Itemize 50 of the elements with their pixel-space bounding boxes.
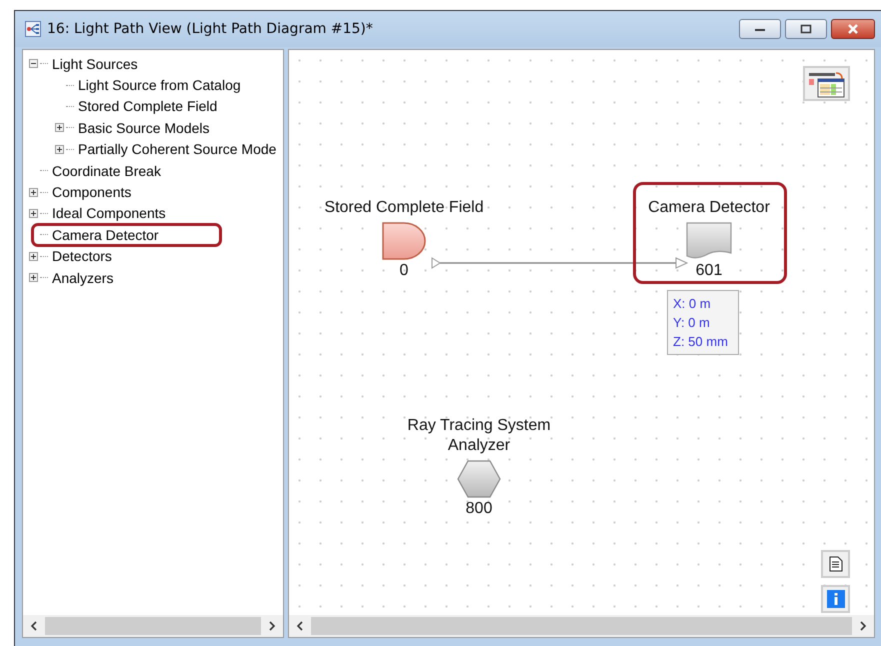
restore-icon xyxy=(800,24,812,34)
scrollbar-thumb[interactable] xyxy=(45,617,261,635)
document-button[interactable] xyxy=(821,550,850,578)
source-node-icon[interactable] xyxy=(382,222,426,260)
chevron-left-icon xyxy=(296,621,304,631)
tree-item[interactable]: Coordinate Break xyxy=(50,162,163,180)
node-label: Camera Detector xyxy=(647,198,771,218)
expander-icon[interactable] xyxy=(29,208,40,218)
tree-item[interactable]: Ideal Components xyxy=(50,204,168,222)
info-button[interactable] xyxy=(821,585,850,613)
tree-item[interactable]: Basic Source Models xyxy=(76,118,212,137)
close-icon xyxy=(846,23,860,35)
node-number: 0 xyxy=(400,262,408,280)
tree-item[interactable]: Analyzers xyxy=(50,268,116,287)
tree-item[interactable]: Camera Detector xyxy=(34,226,219,244)
chevron-left-icon xyxy=(30,621,38,631)
expander-icon[interactable] xyxy=(55,123,66,132)
node-number: 800 xyxy=(466,500,492,518)
tree-item[interactable]: Partially Coherent Source Mode xyxy=(76,140,278,158)
coordinate-text: Z: 50 mm xyxy=(673,333,729,351)
expander-icon[interactable] xyxy=(29,273,40,282)
tree-item[interactable]: Stored Complete Field xyxy=(76,97,220,116)
node-label: Ray Tracing System Analyzer xyxy=(406,416,552,456)
expander-icon[interactable] xyxy=(29,188,40,197)
coordinate-text: X: 0 m xyxy=(673,295,712,313)
diagram-icon xyxy=(25,21,41,37)
expander-icon[interactable] xyxy=(29,252,40,261)
chevron-right-icon xyxy=(268,621,276,631)
window-title: 16: Light Path View (Light Path Diagram #15)* xyxy=(47,21,374,37)
coordinate-text: Y: 0 m xyxy=(673,314,711,332)
tree-item[interactable]: Light Sources xyxy=(50,54,140,73)
document-icon xyxy=(828,556,842,572)
analyzer-node-icon[interactable] xyxy=(457,460,501,498)
node-label: Stored Complete Field xyxy=(323,198,485,218)
tree-item[interactable]: Components xyxy=(50,183,134,202)
table-view-button[interactable] xyxy=(803,66,850,101)
chevron-right-icon xyxy=(859,621,867,631)
info-icon xyxy=(826,590,844,608)
minimize-icon xyxy=(754,26,766,32)
minimize-button[interactable] xyxy=(739,19,781,39)
node-number: 601 xyxy=(696,262,722,280)
scrollbar-thumb[interactable] xyxy=(311,617,852,635)
detector-node-icon[interactable] xyxy=(686,222,732,260)
expander-icon[interactable] xyxy=(29,59,40,68)
table-icon xyxy=(808,70,846,98)
expander-icon[interactable] xyxy=(55,144,66,154)
restore-button[interactable] xyxy=(785,19,827,39)
close-button[interactable] xyxy=(831,19,875,39)
tree-item[interactable]: Light Source from Catalog xyxy=(76,76,243,94)
tree-item[interactable]: Detectors xyxy=(50,247,114,266)
